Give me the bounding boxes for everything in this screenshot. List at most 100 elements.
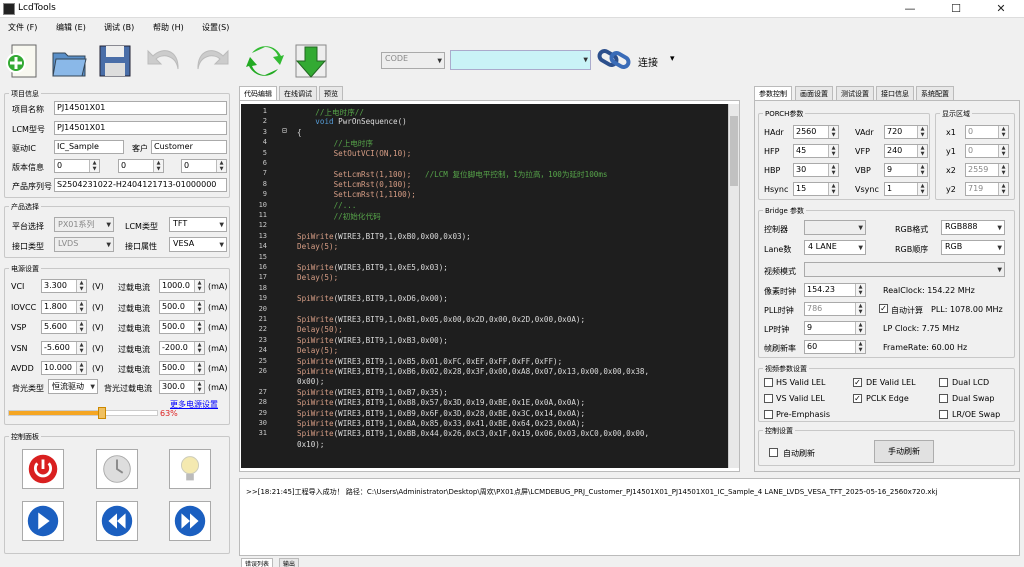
auto-calc-checkbox[interactable]: ✓: [879, 304, 888, 313]
tab-image-settings[interactable]: 画面设置: [795, 86, 833, 100]
de-valid-checkbox[interactable]: ✓: [853, 378, 862, 387]
next-button[interactable]: [169, 501, 211, 541]
new-file-icon[interactable]: [4, 41, 42, 81]
previous-button[interactable]: [96, 501, 138, 541]
menu-debug[interactable]: 调试 (B): [104, 22, 134, 33]
y2-spin[interactable]: 719 ▲ ▼: [965, 182, 1009, 196]
tab-code-edit[interactable]: 代码编辑: [239, 86, 277, 100]
frame-rate-spin[interactable]: 60 ▲ ▼: [804, 340, 866, 354]
hadr-spin[interactable]: 2560 ▲ ▼: [793, 125, 839, 139]
menu-help[interactable]: 帮助 (H): [153, 22, 184, 33]
tab-error-list[interactable]: 错误列表: [241, 558, 274, 567]
menu-edit[interactable]: 编辑 (E): [56, 22, 86, 33]
power-button[interactable]: [22, 449, 64, 489]
tab-preview[interactable]: 预览: [319, 86, 343, 100]
current-limit-spin[interactable]: -200.0 ▲ ▼: [159, 340, 205, 355]
platform-select[interactable]: PX01系列 ▼: [54, 217, 114, 232]
tab-test-settings[interactable]: 测试设置: [836, 86, 874, 100]
vadr-spin[interactable]: 720 ▲ ▼: [884, 125, 928, 139]
dual-lcd-checkbox[interactable]: [939, 378, 948, 387]
backlight-button[interactable]: [169, 449, 211, 489]
pclk-edge-checkbox[interactable]: ✓: [853, 394, 862, 403]
video-mode-select[interactable]: ▼: [804, 262, 1005, 277]
tab-system-config[interactable]: 系统配置: [916, 86, 954, 100]
y1-spin[interactable]: 0 ▲ ▼: [965, 144, 1009, 158]
refresh-icon[interactable]: [246, 41, 284, 81]
version-patch-spin[interactable]: 0 ▲ ▼: [181, 159, 227, 173]
auto-test-button[interactable]: [96, 449, 138, 489]
vbp-spin[interactable]: 9 ▲ ▼: [884, 163, 928, 177]
editor-scrollbar[interactable]: [728, 104, 739, 468]
current-limit-spin[interactable]: 500.0 ▲ ▼: [159, 320, 205, 334]
pll-clock-spin[interactable]: 786 ▲ ▼: [804, 302, 866, 316]
x1-spin[interactable]: 0 ▲ ▼: [965, 125, 1009, 139]
customer-field[interactable]: Customer: [151, 140, 227, 154]
link-chain-icon[interactable]: [596, 42, 632, 76]
pixel-clock-spin[interactable]: 154.23 ▲ ▼: [804, 283, 866, 297]
vfp-spin[interactable]: 240 ▲ ▼: [884, 144, 928, 158]
code-select[interactable]: CODE ▼: [381, 52, 445, 69]
backlight-current-spin[interactable]: 300.0 ▲ ▼: [159, 380, 205, 394]
backlight-type-select[interactable]: 恒流驱动 ▼: [48, 379, 98, 394]
manual-refresh-button[interactable]: 手动刷新: [874, 440, 934, 463]
current-limit-spin[interactable]: 500.0 ▲ ▼: [159, 299, 205, 314]
voltage-spin[interactable]: 10.000 ▲ ▼: [41, 361, 87, 375]
framerate-readout: FrameRate: 60.00 Hz: [883, 343, 968, 352]
menu-settings[interactable]: 设置(S): [202, 22, 229, 33]
current-limit-spin[interactable]: 1000.0 ▲ ▼: [159, 279, 205, 293]
voltage-spin[interactable]: 3.300 ▲ ▼: [41, 279, 87, 293]
controller-select[interactable]: ▼: [804, 220, 866, 235]
pre-emphasis-checkbox[interactable]: [764, 410, 773, 419]
dual-swap-checkbox[interactable]: [939, 394, 948, 403]
vs-valid-checkbox[interactable]: [764, 394, 773, 403]
voltage-spin[interactable]: 5.600 ▲ ▼: [41, 320, 87, 334]
x2-spin[interactable]: 2559 ▲ ▼: [965, 163, 1009, 177]
voltage-spin[interactable]: 1.800 ▲ ▼: [41, 299, 87, 314]
driver-ic-field[interactable]: IC_Sample: [54, 140, 124, 154]
project-name-field[interactable]: PJ14501X01: [54, 101, 227, 115]
interface-type-select[interactable]: LVDS ▼: [54, 237, 114, 252]
vsync-spin[interactable]: 1 ▲ ▼: [884, 182, 928, 196]
interface-attr-select[interactable]: VESA ▼: [169, 237, 227, 252]
code-editor[interactable]: ⊟ 1 //上电时序// 2 void PwrOnSequence() 3 {4 //上…: [241, 104, 728, 468]
rgb-order-select[interactable]: RGB ▼: [941, 240, 1005, 255]
connect-label[interactable]: 连接: [638, 54, 658, 69]
download-icon[interactable]: [292, 41, 330, 81]
serial-number-field[interactable]: S2504231022-H2404121713-01000000: [54, 178, 227, 192]
undo-icon[interactable]: [146, 41, 184, 81]
backlight-slider[interactable]: [8, 407, 158, 419]
lcm-type-select[interactable]: TFT ▼: [169, 217, 227, 232]
lcm-model-field[interactable]: PJ14501X01: [54, 121, 227, 135]
slider-thumb[interactable]: [98, 407, 107, 419]
open-folder-icon[interactable]: [50, 41, 88, 81]
connect-dropdown-icon[interactable]: ▾: [670, 54, 675, 64]
voltage-spin[interactable]: -5.600 ▲ ▼: [41, 340, 87, 355]
lane-count-select[interactable]: 4 LANE ▼: [804, 240, 866, 255]
version-minor-spin[interactable]: 0 ▲ ▼: [118, 159, 164, 173]
maximize-button[interactable]: ☐: [934, 0, 978, 18]
close-button[interactable]: ✕: [979, 0, 1023, 18]
tab-online-debug[interactable]: 在线调试: [279, 86, 317, 100]
hbp-spin[interactable]: 30 ▲ ▼: [793, 163, 839, 177]
auto-refresh-checkbox[interactable]: [769, 448, 778, 457]
save-icon[interactable]: [96, 41, 134, 81]
output-log[interactable]: >>[18:21:45]工程导入成功！ 路径：C:\Users\Administ…: [239, 478, 1020, 556]
collapse-toggle[interactable]: ⊟: [282, 126, 287, 135]
hsync-spin[interactable]: 15 ▲ ▼: [793, 182, 839, 196]
lp-clock-spin[interactable]: 9 ▲ ▼: [804, 321, 866, 335]
current-limit-spin[interactable]: 500.0 ▲ ▼: [159, 361, 205, 375]
menu-file[interactable]: 文件 (F): [8, 22, 37, 33]
redo-icon[interactable]: [192, 41, 230, 81]
port-select[interactable]: ▼: [450, 50, 591, 70]
tab-param-control[interactable]: 参数控制: [754, 86, 792, 100]
play-button[interactable]: [22, 501, 64, 541]
scroll-thumb[interactable]: [730, 116, 738, 186]
lr-oe-swap-checkbox[interactable]: [939, 410, 948, 419]
minimize-button[interactable]: —: [888, 0, 932, 18]
tab-interface-info[interactable]: 接口信息: [876, 86, 914, 100]
version-major-spin[interactable]: 0 ▲ ▼: [54, 159, 100, 173]
hfp-spin[interactable]: 45 ▲ ▼: [793, 144, 839, 158]
rgb-format-select[interactable]: RGB888 ▼: [941, 220, 1005, 235]
tab-output[interactable]: 输出: [279, 558, 300, 567]
hs-valid-checkbox[interactable]: [764, 378, 773, 387]
